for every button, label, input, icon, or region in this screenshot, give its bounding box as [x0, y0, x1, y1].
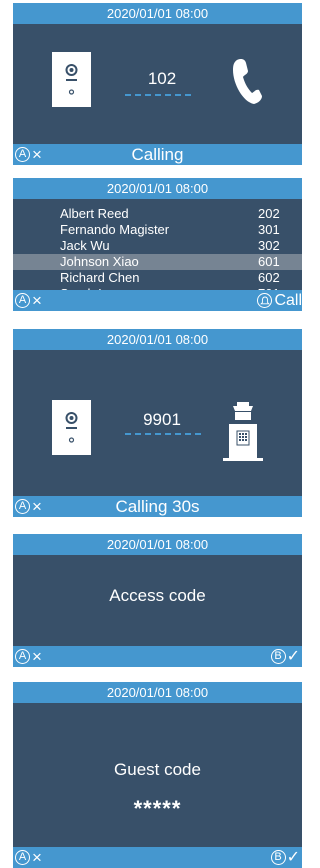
- datetime: 2020/01/01 08:00: [13, 329, 302, 350]
- dash-line: [125, 433, 201, 435]
- masked-code: *****: [133, 796, 182, 821]
- bottom-bar: A × B ✓: [13, 847, 302, 868]
- circled-a-icon[interactable]: A: [15, 850, 30, 865]
- bottom-bar: A × B ✓: [13, 646, 302, 667]
- contact-number: 202: [258, 206, 280, 221]
- list-item[interactable]: Jack Wu 302: [13, 238, 302, 254]
- circled-bell-icon: [257, 293, 273, 308]
- circled-a-icon[interactable]: A: [15, 293, 30, 308]
- contact-number: 602: [258, 270, 280, 285]
- contact-name: Fernando Magister: [60, 222, 170, 237]
- datetime: 2020/01/01 08:00: [13, 682, 302, 703]
- dash-line: [125, 94, 191, 96]
- screen-calling: 2020/01/01 08:00 102 A × Calling: [13, 3, 302, 165]
- screen-access-code: 2020/01/01 08:00 Access code A × B ✓: [13, 534, 302, 667]
- contact-name: Johnson Xiao: [60, 254, 139, 269]
- call-status: Calling: [131, 145, 184, 164]
- screen-guest-code: 2020/01/01 08:00 Guest code ***** A × B …: [13, 682, 302, 868]
- contact-number: 302: [258, 238, 280, 253]
- circled-b-icon[interactable]: B: [270, 649, 286, 664]
- door-station-icon: [52, 400, 91, 455]
- call-button[interactable]: Call: [257, 290, 302, 311]
- check-icon[interactable]: ✓: [287, 648, 300, 665]
- contact-number: 301: [258, 222, 280, 237]
- bottom-bar: A × Calling: [13, 144, 302, 165]
- bottom-bar: A × Calling 30s: [13, 496, 302, 517]
- call-status: Calling 30s: [115, 497, 200, 516]
- list-item-selected[interactable]: Johnson Xiao 601: [13, 254, 302, 270]
- call-number: 102: [147, 69, 177, 88]
- contact-name: Albert Reed: [60, 206, 129, 221]
- list-item[interactable]: Albert Reed 202: [13, 206, 302, 222]
- list-item[interactable]: Fernando Magister 301: [13, 222, 302, 238]
- circled-a-icon[interactable]: A: [15, 649, 30, 664]
- guard-icon: [219, 396, 267, 469]
- contact-list: Albert Reed 202 Fernando Magister 301 Ja…: [13, 206, 302, 302]
- circled-b-icon[interactable]: B: [270, 850, 286, 865]
- datetime: 2020/01/01 08:00: [13, 534, 302, 555]
- datetime: 2020/01/01 08:00: [13, 178, 302, 199]
- check-icon[interactable]: ✓: [287, 849, 300, 866]
- call-label: Call: [274, 291, 302, 309]
- page-title: Access code: [109, 586, 206, 605]
- contact-number: 601: [258, 254, 280, 269]
- x-icon[interactable]: ×: [32, 292, 42, 309]
- x-icon[interactable]: ×: [32, 849, 42, 866]
- contact-name: Jack Wu: [60, 238, 110, 253]
- list-item[interactable]: Richard Chen 602: [13, 270, 302, 286]
- screen-calling-guard: 2020/01/01 08:00 9901 A × Calling 30s: [13, 329, 302, 517]
- page-title: Guest code: [114, 760, 201, 779]
- phone-handset-icon: [231, 56, 263, 111]
- screen-contacts: 2020/01/01 08:00 Albert Reed 202 Fernand…: [13, 178, 302, 311]
- contact-name: Richard Chen: [60, 270, 140, 285]
- x-icon[interactable]: ×: [32, 648, 42, 665]
- datetime: 2020/01/01 08:00: [13, 3, 302, 24]
- call-number: 9901: [143, 410, 181, 429]
- bottom-bar: A × Call: [13, 290, 302, 311]
- door-station-icon: [52, 52, 91, 107]
